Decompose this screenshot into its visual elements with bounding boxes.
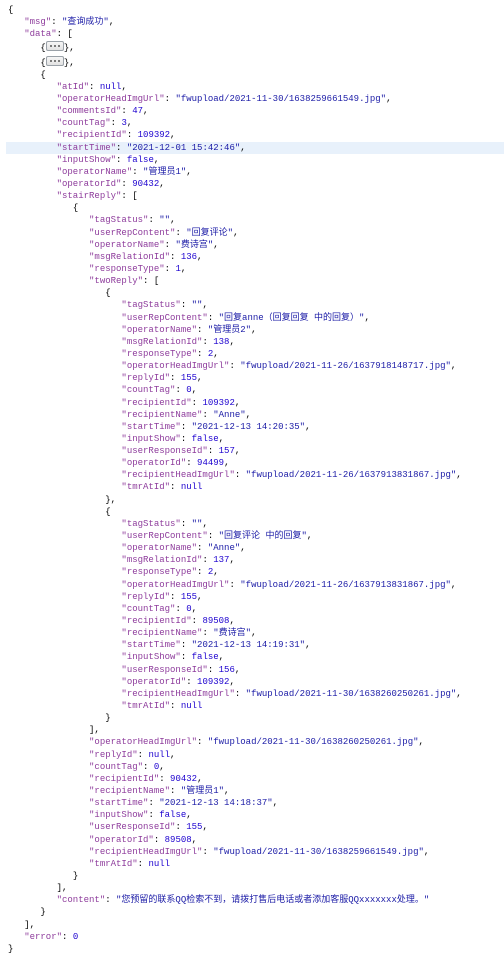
json-line: "recipientName": "Anne",: [6, 409, 504, 421]
json-line: "userRepContent": "回复评论 中的回复",: [6, 530, 504, 542]
json-line: "msgRelationId": 138,: [6, 336, 504, 348]
root-close[interactable]: }: [6, 943, 504, 955]
json-line: "replyId": 155,: [6, 372, 504, 384]
json-line: "tagStatus": "",: [6, 518, 504, 530]
json-line: "userRepContent": "回复评论",: [6, 227, 504, 239]
json-line: "operatorId": 94499,: [6, 457, 504, 469]
stairReply-close[interactable]: ],: [6, 882, 504, 894]
json-line: "inputShow": false,: [6, 651, 504, 663]
json-line[interactable]: }: [6, 870, 504, 882]
json-line: "userResponseId": 157,: [6, 445, 504, 457]
json-line: "operatorId": 89508,: [6, 834, 504, 846]
data-close[interactable]: ],: [6, 919, 504, 931]
json-line: "atId": null,: [6, 81, 504, 93]
json-line: "operatorHeadImgUrl": "fwupload/2021-11-…: [6, 360, 504, 372]
json-line: "inputShow": false,: [6, 154, 504, 166]
json-line: "recipientId": 90432,: [6, 773, 504, 785]
json-line: "tmrAtId": null: [6, 481, 504, 493]
json-line: "operatorName": "管理员1",: [6, 166, 504, 178]
json-line: "tmrAtId": null: [6, 858, 504, 870]
json-line: "userResponseId": 155,: [6, 821, 504, 833]
json-line: "responseType": 2,: [6, 566, 504, 578]
data-open[interactable]: "data": [: [6, 28, 504, 40]
json-line: "countTag": 3,: [6, 117, 504, 129]
json-line: "recipientHeadImgUrl": "fwupload/2021-11…: [6, 846, 504, 858]
json-line: "operatorId": 90432,: [6, 178, 504, 190]
json-line: "userRepContent": "回复anne（回复回复 中的回复）",: [6, 312, 504, 324]
json-line: "userResponseId": 156,: [6, 664, 504, 676]
json-line[interactable]: }: [6, 712, 504, 724]
json-line: "msg": "查询成功",: [6, 16, 504, 28]
json-line: "inputShow": false,: [6, 809, 504, 821]
root-open[interactable]: {: [6, 4, 504, 16]
json-line[interactable]: {: [6, 202, 504, 214]
json-line: "startTime": "2021-12-13 14:18:37",: [6, 797, 504, 809]
expand-icon[interactable]: [46, 41, 64, 51]
json-line: "operatorName": "Anne",: [6, 542, 504, 554]
json-line: "recipientId": 109392,: [6, 129, 504, 141]
json-line: "responseType": 1,: [6, 263, 504, 275]
json-line: "countTag": 0,: [6, 761, 504, 773]
json-line[interactable]: {: [6, 506, 504, 518]
json-line: "replyId": null,: [6, 749, 504, 761]
twoReply-open[interactable]: "twoReply": [: [6, 275, 504, 287]
json-line: "tmrAtId": null: [6, 700, 504, 712]
json-line: "msgRelationId": 137,: [6, 554, 504, 566]
json-line: "recipientHeadImgUrl": "fwupload/2021-11…: [6, 688, 504, 700]
json-line: "operatorId": 109392,: [6, 676, 504, 688]
json-line: "countTag": 0,: [6, 603, 504, 615]
json-line: "recipientId": 89508,: [6, 615, 504, 627]
json-line: "content": "您预留的联系QQ检索不到，请拨打售后电话或者添加客服QQ…: [6, 894, 504, 906]
collapsed-object[interactable]: {},: [6, 40, 504, 54]
json-viewer: { "msg": "查询成功", "data": [ {}, {}, { "at…: [0, 0, 504, 959]
json-line: "operatorName": "费诗宫",: [6, 239, 504, 251]
json-line: "recipientId": 109392,: [6, 397, 504, 409]
json-line: "tagStatus": "",: [6, 299, 504, 311]
twoReply-close[interactable]: ],: [6, 724, 504, 736]
json-line: "startTime": "2021-12-13 14:20:35",: [6, 421, 504, 433]
json-line: "inputShow": false,: [6, 433, 504, 445]
json-line: "startTime": "2021-12-13 14:19:31",: [6, 639, 504, 651]
stairReply-open[interactable]: "stairReply": [: [6, 190, 504, 202]
json-line: "commentsId": 47,: [6, 105, 504, 117]
json-line: "responseType": 2,: [6, 348, 504, 360]
json-line: "operatorHeadImgUrl": "fwupload/2021-11-…: [6, 736, 504, 748]
json-line: "operatorHeadImgUrl": "fwupload/2021-11-…: [6, 93, 504, 105]
expand-icon[interactable]: [46, 56, 64, 66]
json-line: "recipientName": "管理员1",: [6, 785, 504, 797]
collapsed-object[interactable]: {},: [6, 55, 504, 69]
json-line: "recipientHeadImgUrl": "fwupload/2021-11…: [6, 469, 504, 481]
json-line: "countTag": 0,: [6, 384, 504, 396]
record-open[interactable]: {: [6, 69, 504, 81]
json-line: "tagStatus": "",: [6, 214, 504, 226]
json-line: "operatorName": "管理员2",: [6, 324, 504, 336]
highlighted-line: "startTime": "2021-12-01 15:42:46",: [6, 142, 504, 154]
json-line: "operatorHeadImgUrl": "fwupload/2021-11-…: [6, 579, 504, 591]
json-line: "error": 0: [6, 931, 504, 943]
json-line: "msgRelationId": 136,: [6, 251, 504, 263]
json-line: "replyId": 155,: [6, 591, 504, 603]
json-line[interactable]: },: [6, 494, 504, 506]
json-line: "recipientName": "费诗宫",: [6, 627, 504, 639]
record-close[interactable]: }: [6, 906, 504, 918]
json-line[interactable]: {: [6, 287, 504, 299]
